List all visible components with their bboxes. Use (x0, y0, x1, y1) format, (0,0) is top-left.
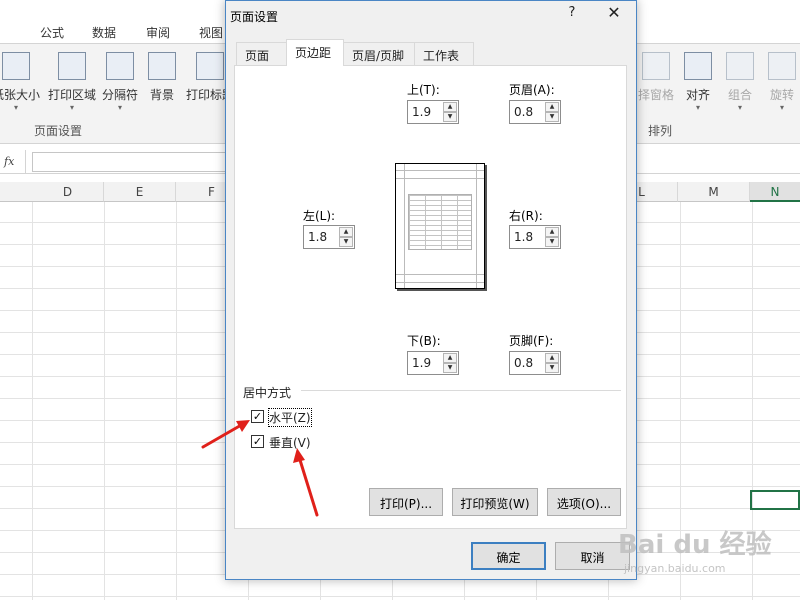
spin-down-icon[interactable]: ▼ (545, 363, 559, 373)
footer-margin-value[interactable]: 0.8 (514, 356, 533, 370)
bottom-margin-label: 下(B): (407, 334, 441, 348)
baidu-watermark: Bai du 经验 jingyan.baidu.com (618, 524, 772, 584)
spin-down-icon[interactable]: ▼ (545, 237, 559, 247)
footer-margin-spinner[interactable]: 0.8 ▲ ▼ (509, 351, 561, 375)
print-button[interactable]: 打印(P)... (369, 488, 443, 516)
column-header-n[interactable]: N (750, 182, 800, 202)
column-header-e[interactable]: E (104, 182, 176, 202)
header-margin-spinner[interactable]: 0.8 ▲ ▼ (509, 100, 561, 124)
align-icon (684, 52, 712, 80)
top-margin-spinner[interactable]: 1.9 ▲ ▼ (407, 100, 459, 124)
spin-up-icon[interactable]: ▲ (339, 227, 353, 237)
left-margin-spinner[interactable]: 1.8 ▲ ▼ (303, 225, 355, 249)
group-icon (726, 52, 754, 80)
selected-cell[interactable] (750, 490, 800, 510)
breaks-icon (106, 52, 134, 80)
preview-table-icon (408, 194, 472, 250)
background-icon (148, 52, 176, 80)
right-margin-spinner[interactable]: 1.8 ▲ ▼ (509, 225, 561, 249)
bottom-margin-value[interactable]: 1.9 (412, 356, 431, 370)
checkmark-icon[interactable]: ✓ (251, 435, 264, 448)
spin-up-icon[interactable]: ▲ (443, 102, 457, 112)
center-horizontal-label[interactable]: 水平(Z) (268, 408, 312, 427)
column-header-m[interactable]: M (678, 182, 750, 202)
rotate-button[interactable]: 旋转 ▾ (754, 52, 800, 112)
spin-up-icon[interactable]: ▲ (545, 102, 559, 112)
paper-size-icon (2, 52, 30, 80)
tab-page[interactable]: 页面 (236, 42, 288, 65)
left-margin-value[interactable]: 1.8 (308, 230, 327, 244)
margins-panel: 上(T): 1.9 ▲ ▼ 页眉(A): 0.8 ▲ ▼ 左(L): 1.8 ▲… (234, 65, 627, 529)
paper-size-button[interactable]: 纸张大小 ▾ (0, 52, 44, 112)
top-margin-value[interactable]: 1.9 (412, 105, 431, 119)
watermark-main: Bai du 经验 (618, 530, 772, 560)
tab-header-footer[interactable]: 页眉/页脚 (343, 42, 415, 65)
print-preview-button[interactable]: 打印预览(W) (452, 488, 538, 516)
spin-down-icon[interactable]: ▼ (443, 363, 457, 373)
top-margin-label: 上(T): (407, 83, 440, 97)
watermark-url: jingyan.baidu.com (624, 562, 726, 575)
print-titles-icon (196, 52, 224, 80)
rotate-icon (768, 52, 796, 80)
tab-view[interactable]: 视图 (199, 24, 223, 41)
header-margin-value[interactable]: 0.8 (514, 105, 533, 119)
spin-down-icon[interactable]: ▼ (545, 112, 559, 122)
dialog-title: 页面设置 (230, 10, 279, 24)
fx-icon[interactable]: fx (0, 150, 26, 174)
spin-up-icon[interactable]: ▲ (545, 227, 559, 237)
left-margin-label: 左(L): (303, 209, 336, 223)
footer-margin-label: 页脚(F): (509, 334, 554, 348)
column-header-d[interactable]: D (32, 182, 104, 202)
section-divider (301, 390, 621, 391)
tab-formulas[interactable]: 公式 (40, 24, 64, 41)
margin-preview-page (395, 163, 485, 289)
spin-up-icon[interactable]: ▲ (545, 353, 559, 363)
header-margin-label: 页眉(A): (509, 83, 555, 97)
tab-review[interactable]: 审阅 (146, 24, 170, 41)
center-on-page-label: 居中方式 (243, 386, 292, 400)
tab-margins[interactable]: 页边距 (286, 39, 344, 66)
tab-data[interactable]: 数据 (92, 24, 116, 41)
right-margin-value[interactable]: 1.8 (514, 230, 533, 244)
right-margin-label: 右(R): (509, 209, 543, 223)
group-label-arrange: 排列 (648, 124, 673, 138)
selection-pane-icon (642, 52, 670, 80)
help-icon[interactable]: ? (562, 5, 582, 25)
bottom-margin-spinner[interactable]: 1.9 ▲ ▼ (407, 351, 459, 375)
page-setup-dialog: 页面设置 ? ✕ 页面 页边距 页眉/页脚 工作表 上(T): 1.9 ▲ ▼ … (225, 0, 637, 580)
options-button[interactable]: 选项(O)... (547, 488, 621, 516)
print-area-icon (58, 52, 86, 80)
center-vertical-label[interactable]: 垂直(V) (269, 434, 311, 451)
group-label-page-setup: 页面设置 (34, 124, 83, 138)
ok-button[interactable]: 确定 (471, 542, 546, 570)
checkmark-icon[interactable]: ✓ (251, 410, 264, 423)
spin-up-icon[interactable]: ▲ (443, 353, 457, 363)
spin-down-icon[interactable]: ▼ (339, 237, 353, 247)
spin-down-icon[interactable]: ▼ (443, 112, 457, 122)
tab-sheet[interactable]: 工作表 (414, 42, 474, 65)
close-icon[interactable]: ✕ (600, 3, 628, 27)
